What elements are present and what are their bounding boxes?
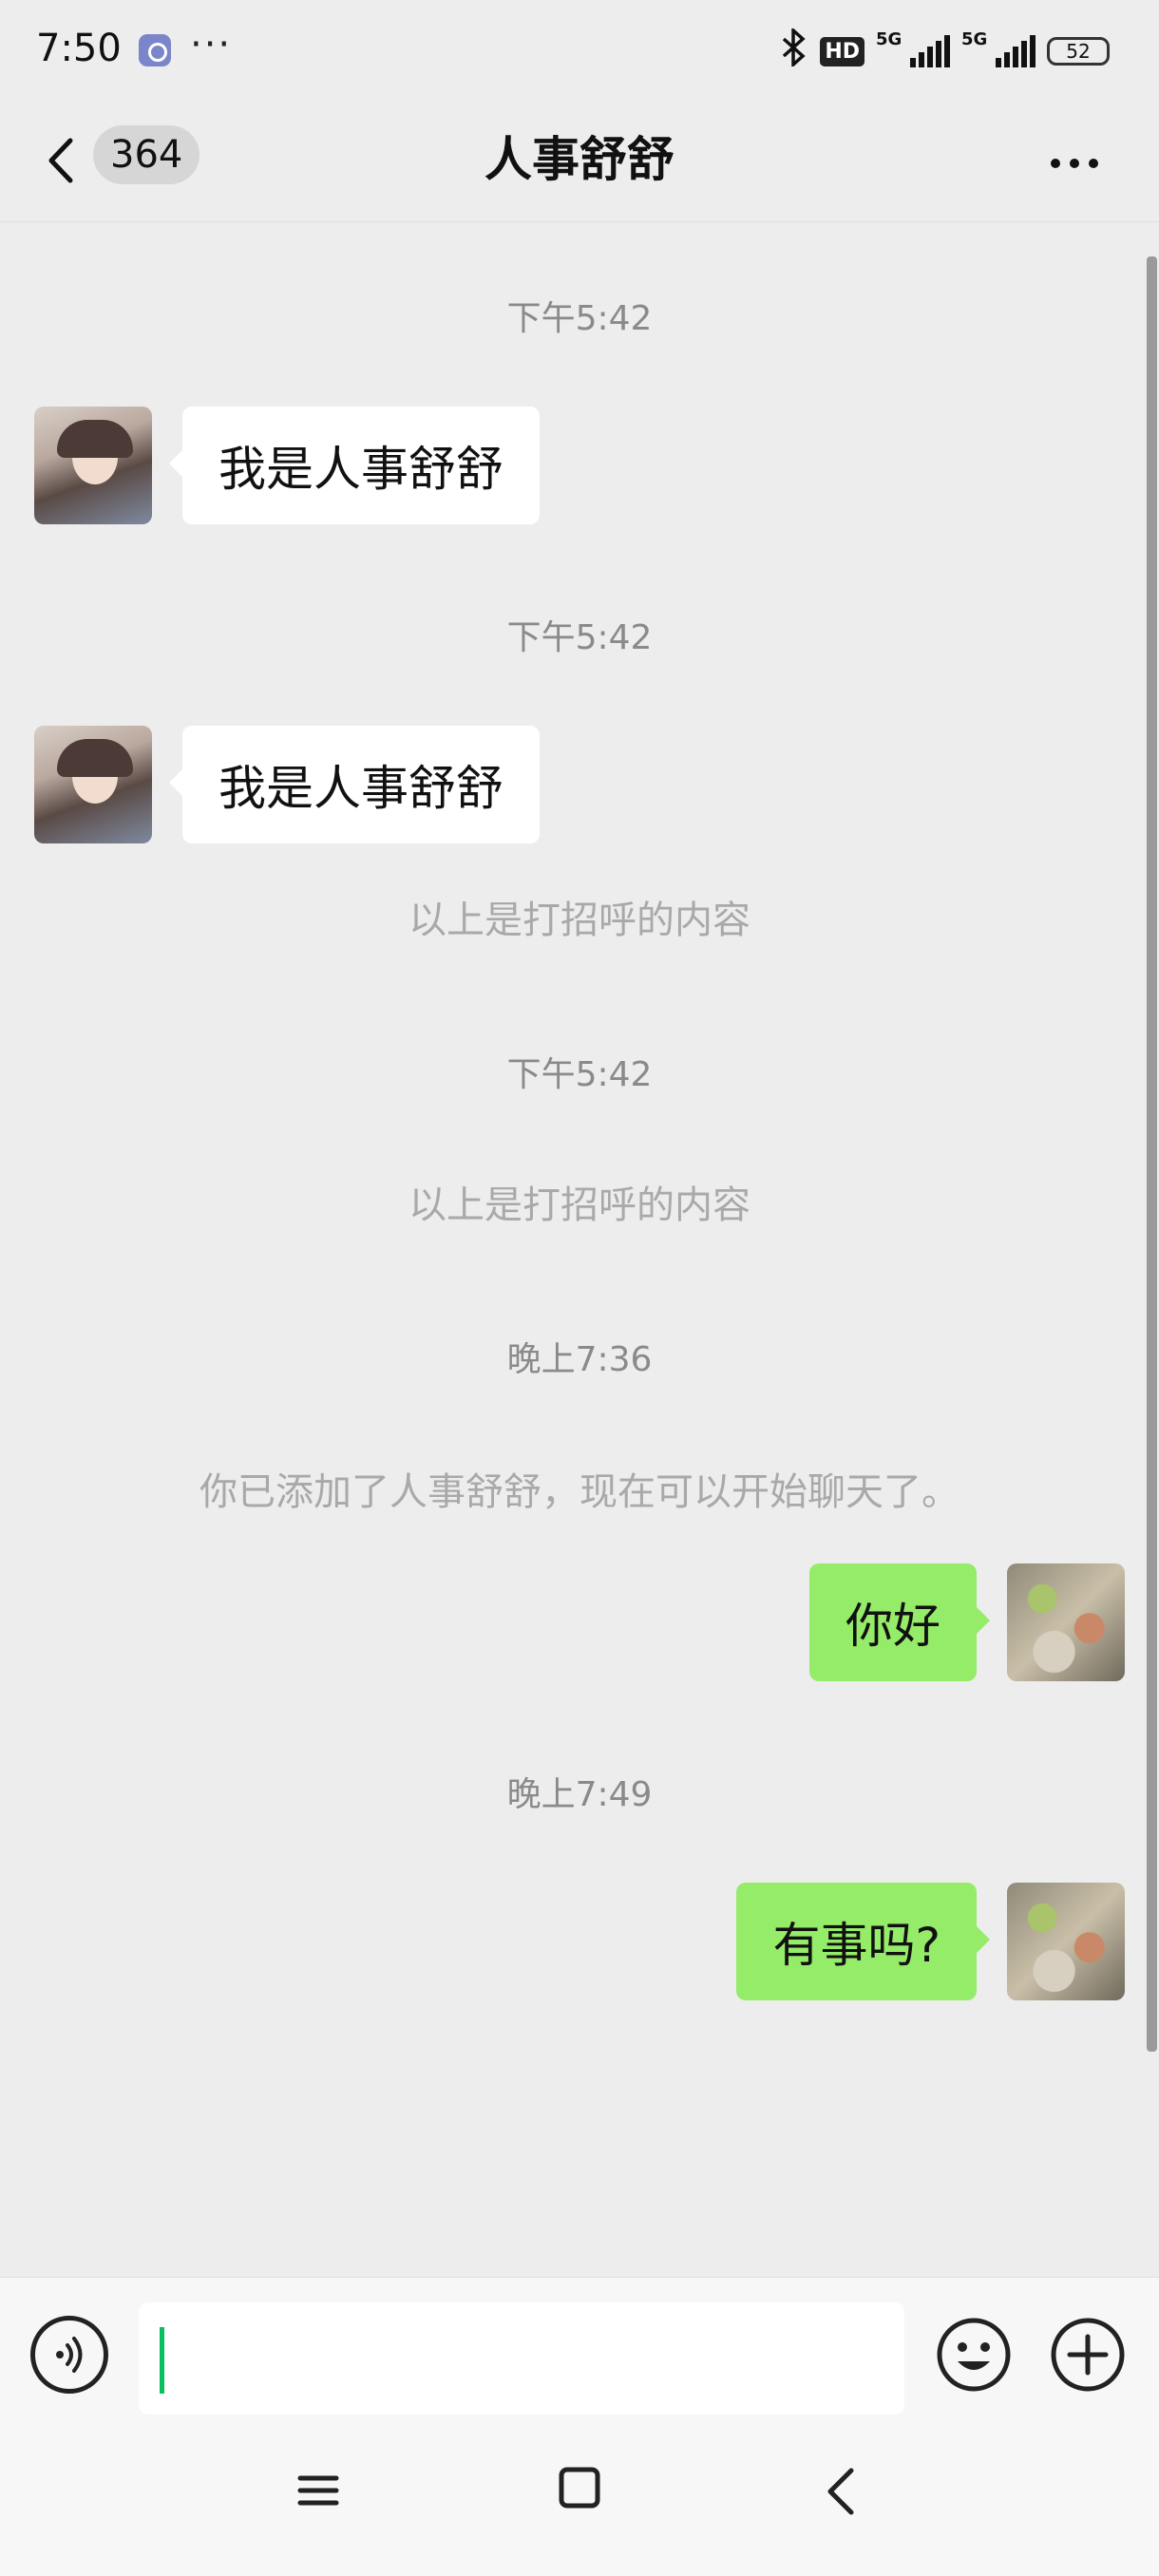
system-navigation-bar	[0, 2419, 1159, 2576]
contact-avatar[interactable]	[34, 407, 152, 524]
system-back-button[interactable]	[819, 2465, 863, 2518]
back-arrow-icon	[827, 2468, 854, 2515]
scrollbar[interactable]	[1147, 256, 1157, 2052]
bluetooth-icon	[780, 26, 808, 75]
more-dot-icon	[1089, 159, 1098, 168]
contact-avatar[interactable]	[34, 726, 152, 843]
more-options-button[interactable]	[1032, 135, 1117, 192]
timestamp: 下午5:42	[506, 299, 653, 338]
signal-strength-icon-2: 5G	[961, 29, 1036, 67]
my-avatar[interactable]	[1007, 1883, 1125, 2000]
timestamp: 晚上7:49	[506, 1775, 653, 1814]
square-icon	[559, 2467, 600, 2509]
menu-icon	[297, 2475, 339, 2506]
timestamp: 下午5:42	[506, 1055, 653, 1094]
message-input[interactable]	[139, 2302, 904, 2415]
status-time: 7:50	[36, 27, 122, 70]
text-cursor	[160, 2327, 164, 2394]
network-type-label-2: 5G	[961, 29, 988, 49]
outgoing-message[interactable]: 你好	[809, 1563, 990, 1681]
incoming-message[interactable]: 我是人事舒舒	[169, 407, 540, 524]
message-list[interactable]: 下午5:42 我是人事舒舒 下午5:42 我是人事舒舒 以上是打招呼的内容 下午…	[0, 222, 1159, 2277]
page-title: 人事舒舒	[484, 132, 674, 187]
home-button[interactable]	[559, 2467, 600, 2509]
status-right-group: HD 5G 5G 52	[780, 26, 1110, 75]
my-avatar[interactable]	[1007, 1563, 1125, 1681]
hd-voice-badge: HD	[820, 36, 864, 66]
emoji-button[interactable]	[935, 2316, 1013, 2394]
incoming-message[interactable]: 我是人事舒舒	[169, 726, 540, 843]
signal-strength-icon: 5G	[876, 29, 950, 67]
app-notification-icon	[139, 34, 171, 66]
emoji-icon	[937, 2318, 1011, 2392]
network-type-label: 5G	[876, 29, 902, 49]
voice-icon	[56, 2337, 83, 2373]
more-dot-icon	[1070, 159, 1079, 168]
chat-header: 364 人事舒舒	[0, 104, 1159, 222]
timestamp: 晚上7:36	[506, 1340, 653, 1379]
system-message: 以上是打招呼的内容	[408, 899, 750, 942]
outgoing-message[interactable]: 有事吗?	[736, 1883, 990, 2000]
plus-icon	[1051, 2318, 1125, 2392]
voice-input-button[interactable]	[30, 2316, 108, 2394]
system-message: 你已添加了人事舒舒，现在可以开始聊天了。	[200, 1470, 960, 1514]
status-bar: 7:50 ··· HD 5G 5G 52	[0, 0, 1159, 104]
system-message: 以上是打招呼的内容	[408, 1184, 750, 1227]
more-dot-icon	[1051, 159, 1060, 168]
recent-apps-button[interactable]	[294, 2467, 342, 2514]
more-functions-button[interactable]	[1049, 2316, 1127, 2394]
battery-icon: 52	[1047, 37, 1110, 66]
input-bar	[0, 2277, 1159, 2419]
more-notifications-indicator: ···	[190, 23, 233, 66]
timestamp: 下午5:42	[506, 618, 653, 657]
